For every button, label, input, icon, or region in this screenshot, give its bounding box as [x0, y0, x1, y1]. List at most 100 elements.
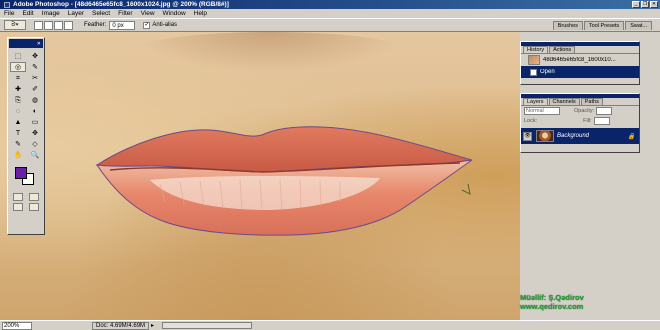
- menu-file[interactable]: File: [4, 10, 14, 17]
- tool-grid: ⬚ ✥ ◎ ✎ ⌗ ✂ ✚ ✐ ⎘ ◍ ◌ ◐ ▲ ▭ T ✥ ✎ ◇ ✋ 🔍: [8, 49, 44, 162]
- color-swatches: [10, 164, 42, 190]
- new-selection-icon[interactable]: [34, 20, 43, 30]
- antialias-label: Anti-alias: [152, 22, 178, 28]
- tab-paths[interactable]: Paths: [580, 98, 603, 105]
- eyedropper-tool-icon[interactable]: ◇: [27, 139, 43, 149]
- visibility-eye-icon[interactable]: 👁: [523, 131, 532, 141]
- history-item-label: Open: [540, 69, 555, 75]
- quick-mask-icon[interactable]: [29, 193, 39, 201]
- menu-layer[interactable]: Layer: [68, 10, 84, 17]
- tab-history[interactable]: History: [523, 46, 549, 53]
- close-icon[interactable]: ✕: [37, 41, 41, 47]
- blend-mode-select[interactable]: Normal: [524, 107, 560, 115]
- hand-tool-icon[interactable]: ✋: [10, 150, 26, 160]
- layer-name: Background: [557, 133, 590, 139]
- opacity-input[interactable]: [596, 107, 613, 115]
- fill-input[interactable]: [593, 117, 610, 125]
- status-bar: 200% Doc: 4.69M/4.69M ▸: [0, 320, 660, 330]
- layer-background[interactable]: 👁 Background 🔒: [521, 128, 639, 144]
- foreground-color-swatch[interactable]: [15, 167, 27, 179]
- screen-mode-row: [8, 202, 44, 212]
- magic-wand-tool-icon[interactable]: ✎: [27, 62, 43, 72]
- toolbox-header[interactable]: ✕: [9, 39, 43, 48]
- notes-tool-icon[interactable]: ✎: [10, 139, 26, 149]
- gradient-tool-icon[interactable]: ◐: [27, 106, 43, 116]
- tab-brushes[interactable]: Brushes: [552, 21, 583, 30]
- history-panel: History Actions 48d6465e65fc8_1600x10...…: [520, 41, 640, 85]
- eraser-tool-icon[interactable]: ◌: [10, 106, 26, 116]
- document-size-info: Doc: 4.69M/4.69M: [92, 321, 150, 330]
- maximize-button[interactable]: ❐: [641, 1, 649, 8]
- slice-tool-icon[interactable]: ✂: [27, 73, 43, 83]
- minimize-button[interactable]: _: [632, 1, 640, 8]
- tab-channels[interactable]: Channels: [548, 98, 580, 105]
- photoshop-app-icon: [4, 1, 10, 8]
- history-item-open[interactable]: Open: [521, 66, 639, 78]
- close-button[interactable]: ✕: [650, 1, 658, 8]
- history-brush-tool-icon[interactable]: ◍: [27, 95, 43, 105]
- layers-panel: Layers Channels Paths Normal Opacity: Lo…: [520, 93, 640, 153]
- layers-lock-row: Lock: Fill:: [521, 116, 639, 126]
- menu-select[interactable]: Select: [92, 10, 110, 17]
- lock-icon: 🔒: [627, 133, 635, 140]
- menu-image[interactable]: Image: [42, 10, 60, 17]
- menu-window[interactable]: Window: [163, 10, 186, 17]
- layers-blend-row: Normal Opacity:: [521, 106, 639, 116]
- palette-well: Brushes Tool Presets Swat...: [552, 21, 652, 30]
- menu-edit[interactable]: Edit: [22, 10, 33, 17]
- tab-swatches[interactable]: Swat...: [625, 21, 652, 30]
- path-selection-tool-icon[interactable]: ▭: [27, 117, 43, 127]
- options-bar: ᘐ▾ Feather: 0 px ✓ Anti-alias Brushes To…: [0, 18, 660, 32]
- lips-photo: [95, 126, 473, 236]
- document-canvas[interactable]: [0, 32, 520, 320]
- subtract-from-selection-icon[interactable]: [54, 20, 63, 30]
- menu-help[interactable]: Help: [194, 10, 207, 17]
- snapshot-label: 48d6465e65fc8_1600x10...: [543, 57, 616, 63]
- tab-tool-presets[interactable]: Tool Presets: [583, 21, 625, 30]
- open-document-icon: [530, 68, 537, 76]
- crop-tool-icon[interactable]: ⌗: [10, 73, 26, 83]
- window-title: Adobe Photoshop - [48d6465e65fc8_1600x10…: [13, 1, 229, 8]
- horizontal-scrollbar[interactable]: [162, 322, 253, 329]
- screen-mode-standard-icon[interactable]: [13, 203, 23, 211]
- layer-thumbnail: [536, 130, 554, 142]
- mask-mode-row: [8, 192, 44, 202]
- screen-mode-full-icon[interactable]: [29, 203, 39, 211]
- menu-bar: File Edit Image Layer Select Filter View…: [0, 9, 660, 18]
- antialias-checkbox[interactable]: ✓: [143, 21, 151, 29]
- watermark-author: Müəllif: Ş.Qədirov: [520, 293, 584, 302]
- type-tool-icon[interactable]: T: [10, 128, 26, 138]
- author-watermark: Müəllif: Ş.Qədirov www.qedirov.com: [520, 293, 584, 311]
- lock-label: Lock:: [524, 118, 538, 124]
- zoom-tool-icon[interactable]: 🔍: [27, 150, 43, 160]
- marquee-tool-icon[interactable]: ⬚: [10, 51, 26, 61]
- feather-label: Feather:: [84, 22, 107, 28]
- move-tool-icon[interactable]: ✥: [27, 51, 43, 61]
- pen-tool-icon[interactable]: ✥: [27, 128, 43, 138]
- intersect-selection-icon[interactable]: [64, 20, 73, 30]
- toolbox: ✕ ⬚ ✥ ◎ ✎ ⌗ ✂ ✚ ✐ ⎘ ◍ ◌ ◐ ▲ ▭ T ✥ ✎ ◇ ✋ …: [7, 37, 45, 235]
- snapshot-thumbnail: [528, 55, 540, 65]
- brush-tool-icon[interactable]: ✐: [27, 84, 43, 94]
- tab-actions[interactable]: Actions: [549, 46, 576, 53]
- burn-tool-icon[interactable]: ▲: [10, 117, 26, 127]
- tab-layers[interactable]: Layers: [523, 98, 548, 105]
- healing-brush-tool-icon[interactable]: ✚: [10, 84, 26, 94]
- fill-label: Fill:: [583, 118, 592, 124]
- feather-input[interactable]: 0 px: [109, 20, 136, 30]
- status-menu-arrow-icon[interactable]: ▸: [151, 322, 154, 329]
- menu-view[interactable]: View: [141, 10, 155, 17]
- zoom-level-field[interactable]: 200%: [2, 321, 32, 330]
- add-to-selection-icon[interactable]: [44, 20, 53, 30]
- window-controls: _ ❐ ✕: [632, 1, 658, 8]
- lasso-tool-icon[interactable]: ◎: [10, 62, 26, 72]
- standard-mode-icon[interactable]: [13, 193, 23, 201]
- opacity-label: Opacity:: [574, 108, 595, 114]
- clone-stamp-tool-icon[interactable]: ⎘: [10, 95, 26, 105]
- lasso-icon: ᘐ▾: [11, 21, 19, 28]
- layers-panel-tabs: Layers Channels Paths: [521, 98, 639, 106]
- menu-filter[interactable]: Filter: [118, 10, 132, 17]
- tool-preset-picker[interactable]: ᘐ▾: [4, 20, 26, 30]
- history-snapshot[interactable]: 48d6465e65fc8_1600x10...: [521, 54, 639, 66]
- history-panel-tabs: History Actions: [521, 46, 639, 54]
